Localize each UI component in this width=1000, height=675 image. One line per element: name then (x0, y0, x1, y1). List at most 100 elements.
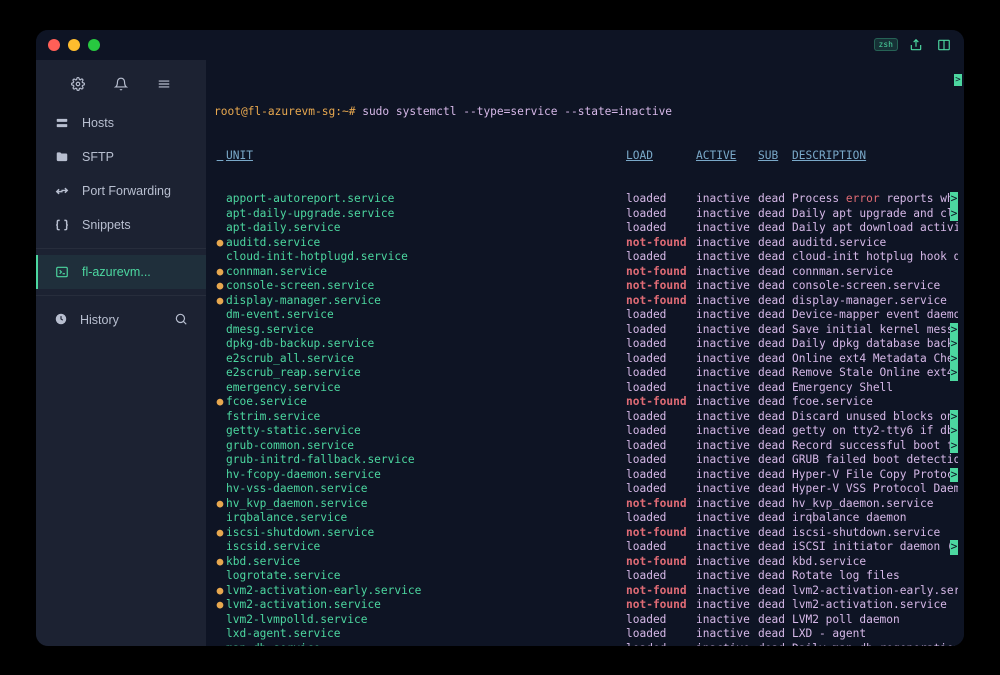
description: Daily man-db regeneration (792, 642, 958, 646)
sub-state: dead (758, 294, 792, 309)
unit-name: hv_kvp_daemon.service (226, 497, 626, 512)
description: irqbalance daemon (792, 511, 958, 526)
unit-name: logrotate.service (226, 569, 626, 584)
unit-name: e2scrub_reap.service (226, 366, 626, 381)
sub-state: dead (758, 308, 792, 323)
load-state: loaded (626, 468, 696, 483)
status-bullet (214, 221, 226, 236)
status-bullet (214, 250, 226, 265)
sidebar-item-label: Snippets (82, 218, 131, 232)
description: iscsi-shutdown.service (792, 526, 958, 541)
description: lvm2-activation-early.service (792, 584, 958, 599)
unit-name: man-db.service (226, 642, 626, 646)
load-state: not-found (626, 526, 696, 541)
description: auditd.service (792, 236, 958, 251)
maximize-window-button[interactable] (88, 39, 100, 51)
load-state: loaded (626, 642, 696, 646)
sidebar-separator (36, 248, 206, 249)
sidebar-item-portfwd[interactable]: Port Forwarding (36, 174, 206, 208)
active-state: inactive (696, 627, 758, 642)
load-state: not-found (626, 497, 696, 512)
sub-state: dead (758, 250, 792, 265)
unit-name: apt-daily-upgrade.service (226, 207, 626, 222)
unit-name: dmesg.service (226, 323, 626, 338)
terminal-icon (54, 265, 70, 279)
sidebar-item-session[interactable]: fl-azurevm... (36, 255, 206, 289)
sub-state: dead (758, 569, 792, 584)
sub-state: dead (758, 221, 792, 236)
table-row: grub-common.serviceloadedinactivedeadRec… (214, 439, 958, 454)
table-row: e2scrub_all.serviceloadedinactivedeadOnl… (214, 352, 958, 367)
overflow-indicator: > (950, 468, 958, 483)
status-bullet: ● (214, 279, 226, 294)
split-pane-icon[interactable] (934, 36, 954, 54)
menu-icon[interactable] (156, 76, 172, 92)
status-bullet (214, 627, 226, 642)
table-row: e2scrub_reap.serviceloadedinactivedeadRe… (214, 366, 958, 381)
description: lvm2-activation.service (792, 598, 958, 613)
active-state: inactive (696, 265, 758, 280)
sub-state: dead (758, 395, 792, 410)
table-row: ●kbd.servicenot-foundinactivedeadkbd.ser… (214, 555, 958, 570)
sidebar-item-label: History (80, 313, 119, 327)
status-bullet (214, 192, 226, 207)
unit-name: e2scrub_all.service (226, 352, 626, 367)
active-state: inactive (696, 410, 758, 425)
search-icon[interactable] (174, 312, 188, 329)
unit-name: hv-vss-daemon.service (226, 482, 626, 497)
terminal-pane[interactable]: > root@fl-azurevm-sg:~# sudo systemctl -… (206, 60, 964, 646)
active-state: inactive (696, 584, 758, 599)
active-state: inactive (696, 352, 758, 367)
sub-state: dead (758, 207, 792, 222)
table-row: cloud-init-hotplugd.serviceloadedinactiv… (214, 250, 958, 265)
load-state: loaded (626, 250, 696, 265)
table-row: ●connman.servicenot-foundinactivedeadcon… (214, 265, 958, 280)
description: hv_kvp_daemon.service (792, 497, 958, 512)
sidebar-item-label: SFTP (82, 150, 114, 164)
load-state: loaded (626, 424, 696, 439)
unit-name: kbd.service (226, 555, 626, 570)
minimize-window-button[interactable] (68, 39, 80, 51)
settings-icon[interactable] (70, 76, 86, 92)
sub-state: dead (758, 265, 792, 280)
active-state: inactive (696, 540, 758, 555)
load-state: loaded (626, 439, 696, 454)
overflow-indicator: > (950, 439, 958, 454)
table-row: fstrim.serviceloadedinactivedeadDiscard … (214, 410, 958, 425)
description: LXD - agent (792, 627, 958, 642)
load-state: not-found (626, 555, 696, 570)
description: connman.service (792, 265, 958, 280)
table-row: ●lvm2-activation-early.servicenot-foundi… (214, 584, 958, 599)
overflow-indicator: > (950, 323, 958, 338)
status-bullet: ● (214, 497, 226, 512)
notifications-icon[interactable] (113, 76, 129, 92)
unit-name: apport-autoreport.service (226, 192, 626, 207)
table-row: ●console-screen.servicenot-foundinactive… (214, 279, 958, 294)
sidebar-item-snippets[interactable]: Snippets (36, 208, 206, 242)
share-icon[interactable] (906, 36, 926, 54)
status-bullet (214, 642, 226, 646)
load-state: loaded (626, 613, 696, 628)
sub-state: dead (758, 613, 792, 628)
traffic-lights (48, 39, 100, 51)
close-window-button[interactable] (48, 39, 60, 51)
table-header: UNITLOADACTIVESUBDESCRIPTION (214, 149, 958, 164)
unit-name: fstrim.service (226, 410, 626, 425)
overflow-indicator: > (950, 410, 958, 425)
active-state: inactive (696, 366, 758, 381)
sidebar-item-history[interactable]: History (36, 302, 206, 339)
description: Daily dpkg database backup se (792, 337, 950, 352)
load-state: loaded (626, 308, 696, 323)
sidebar-item-sftp[interactable]: SFTP (36, 140, 206, 174)
sidebar-separator (36, 295, 206, 296)
status-bullet (214, 323, 226, 338)
shell-badge[interactable]: zsh (874, 38, 898, 51)
description: Emergency Shell (792, 381, 958, 396)
status-bullet (214, 207, 226, 222)
table-row: iscsid.serviceloadedinactivedeadiSCSI in… (214, 540, 958, 555)
sidebar-item-hosts[interactable]: Hosts (36, 106, 206, 140)
sub-state: dead (758, 511, 792, 526)
description: GRUB failed boot detection (792, 453, 958, 468)
unit-name: cloud-init-hotplugd.service (226, 250, 626, 265)
description: Daily apt download activities (792, 221, 958, 236)
